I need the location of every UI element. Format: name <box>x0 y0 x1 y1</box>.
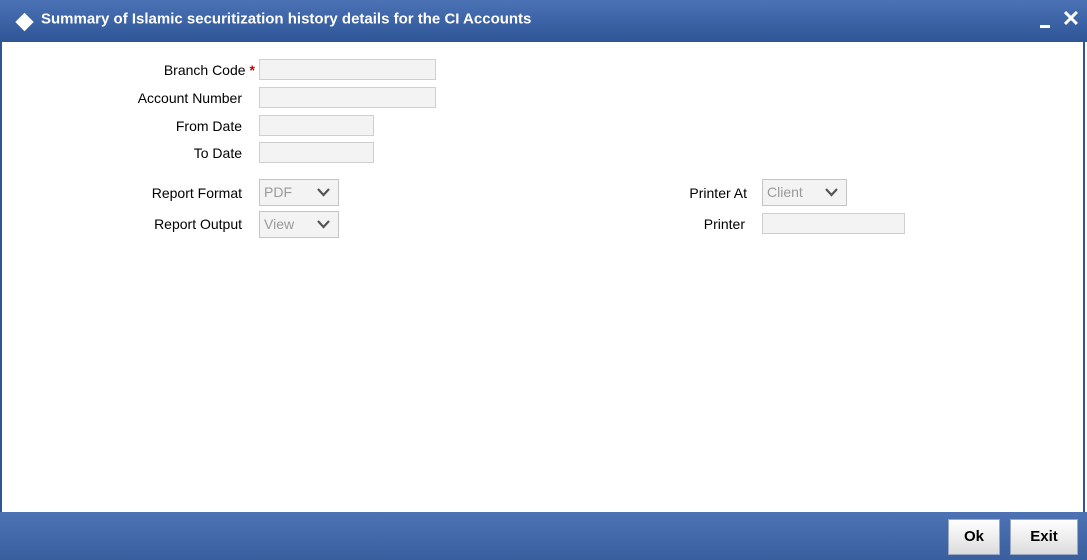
to-date-input[interactable] <box>259 142 374 163</box>
to-date-label: To Date <box>193 145 242 161</box>
ok-button[interactable]: Ok <box>948 519 1000 555</box>
branch-code-input[interactable] <box>259 59 436 80</box>
diamond-icon <box>15 12 34 32</box>
account-number-input[interactable] <box>259 87 436 108</box>
chevron-down-icon <box>825 188 838 197</box>
exit-button[interactable]: Exit <box>1010 519 1078 555</box>
form-area <box>0 42 1085 512</box>
title-bar[interactable]: Summary of Islamic securitization histor… <box>0 0 1087 42</box>
footer-bar <box>0 512 1087 560</box>
minimize-icon[interactable] <box>1040 25 1050 28</box>
printer-at-value: Client <box>767 184 803 200</box>
report-format-label: Report Format <box>151 185 242 201</box>
printer-label: Printer <box>703 216 745 232</box>
dialog-window: Summary of Islamic securitization histor… <box>0 0 1087 560</box>
report-format-select[interactable]: PDF <box>259 179 339 206</box>
from-date-input[interactable] <box>259 115 374 136</box>
report-format-value: PDF <box>264 184 292 200</box>
printer-at-select[interactable]: Client <box>762 179 847 206</box>
report-output-select[interactable]: View <box>259 211 339 238</box>
printer-input[interactable] <box>762 213 905 234</box>
chevron-down-icon <box>317 220 330 229</box>
printer-at-label: Printer At <box>689 185 747 201</box>
branch-code-label: Branch Code * <box>163 62 255 78</box>
close-icon[interactable]: ✕ <box>1059 7 1083 31</box>
chevron-down-icon <box>317 188 330 197</box>
window-title: Summary of Islamic securitization histor… <box>41 10 532 28</box>
account-number-label: Account Number <box>137 90 242 106</box>
required-marker: * <box>249 62 255 78</box>
report-output-value: View <box>264 216 295 232</box>
from-date-label: From Date <box>175 118 242 134</box>
report-output-label: Report Output <box>154 216 242 232</box>
